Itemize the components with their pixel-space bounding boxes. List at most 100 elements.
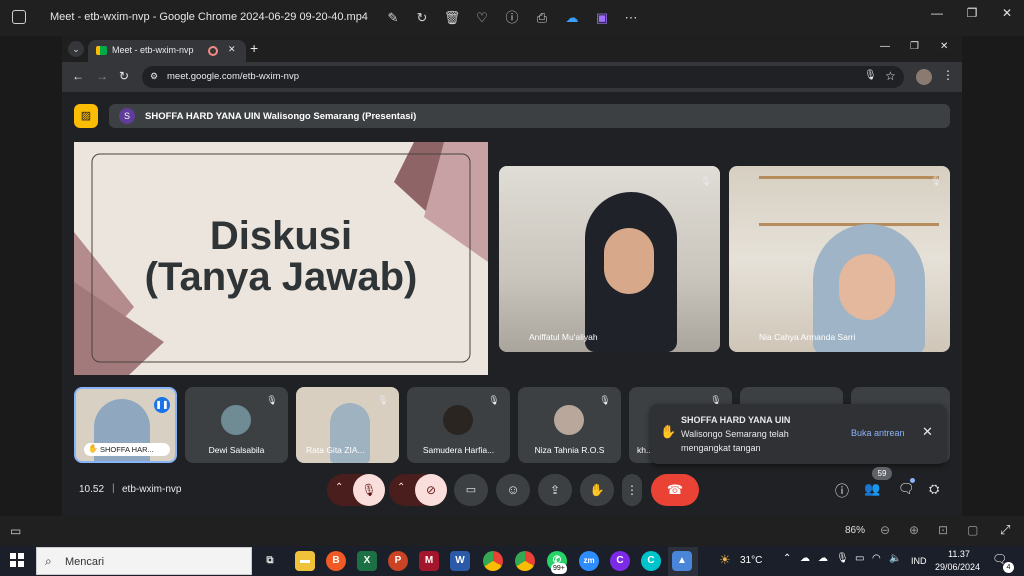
raise-hand-button[interactable]: ✋ xyxy=(580,474,614,506)
strip-tile[interactable]: 🎙 Rata Gita ZIA... xyxy=(296,387,399,463)
forward-icon[interactable]: → xyxy=(96,69,108,83)
strip-tile[interactable]: 🎙 Dewi Salsabila xyxy=(185,387,288,463)
captions-button[interactable]: ▭ xyxy=(454,474,488,506)
leave-call-button[interactable]: ☎ xyxy=(651,474,699,506)
clock-time[interactable]: 11.37 xyxy=(948,549,970,559)
emoji-button[interactable]: ☺ xyxy=(496,474,530,506)
mendeley-icon[interactable]: M xyxy=(419,551,439,571)
profile-avatar[interactable] xyxy=(916,69,932,85)
fit-icon[interactable]: ⊡ xyxy=(938,523,948,537)
brave-icon[interactable]: B xyxy=(326,551,346,571)
mic-permission-icon[interactable]: 🎙 xyxy=(864,70,877,81)
toast-line2: Walisongo Semarang telah xyxy=(681,429,789,439)
clipchamp-icon[interactable]: ▣ xyxy=(593,9,611,27)
zoom-out-icon[interactable]: ⊖ xyxy=(880,523,890,537)
edit-icon[interactable]: ✎ xyxy=(384,9,402,27)
taskbar-search-box[interactable]: ⌕ Mencari xyxy=(36,547,252,575)
windows-start-icon[interactable] xyxy=(10,553,24,567)
word-icon[interactable]: W xyxy=(450,551,470,571)
language-indicator[interactable]: IND xyxy=(911,556,927,566)
mic-options-chevron[interactable]: ⌃ xyxy=(335,482,343,493)
camera-toggle-button[interactable]: ⊘ xyxy=(415,474,447,506)
clock-date[interactable]: 29/06/2024 xyxy=(935,562,980,572)
canva-alt-icon[interactable]: C xyxy=(641,551,661,571)
fullscreen-icon[interactable]: ⤢ xyxy=(1000,522,1010,538)
battery-icon[interactable]: ▭ xyxy=(855,553,864,564)
site-info-icon[interactable]: ⚙ xyxy=(150,71,158,82)
excel-icon[interactable]: X xyxy=(357,551,377,571)
powerpoint-icon[interactable]: P xyxy=(388,551,408,571)
volume-icon[interactable]: 🔈 xyxy=(889,553,901,564)
rotate-icon[interactable]: ↻ xyxy=(413,9,431,27)
camera-control-group: ⌃ ⊘ xyxy=(389,474,447,506)
back-icon[interactable]: ← xyxy=(72,69,84,83)
info-icon[interactable]: ⓘ xyxy=(503,9,521,27)
presentation-icon[interactable]: ▨ xyxy=(74,104,98,128)
onedrive-icon[interactable]: ☁ xyxy=(563,9,581,27)
canva-icon[interactable]: C xyxy=(610,551,630,571)
cloud-tray-icon[interactable]: ☁ xyxy=(818,553,828,564)
chrome-minimize-button[interactable]: — xyxy=(880,41,890,52)
delete-icon[interactable]: 🗑 xyxy=(443,9,461,27)
more-icon[interactable]: ⋯ xyxy=(622,9,640,27)
chrome-restore-button[interactable]: ❐ xyxy=(910,41,919,52)
filmstrip-icon[interactable]: ▭ xyxy=(10,524,21,538)
tab-meet[interactable]: Meet - etb-wxim-nvp ✕ xyxy=(88,40,246,62)
favorite-icon[interactable]: ♡ xyxy=(473,9,491,27)
mic-tray-icon[interactable]: 🎙 xyxy=(836,553,849,564)
chrome-alt-icon[interactable] xyxy=(515,551,535,571)
address-bar[interactable]: ⚙ meet.google.com/etb-wxim-nvp 🎙 ☆ xyxy=(142,66,904,88)
slide-title-line2: (Tanya Jawab) xyxy=(144,255,418,299)
bookmark-star-icon[interactable]: ☆ xyxy=(885,69,896,83)
more-options-button[interactable]: ⋮ xyxy=(622,474,642,506)
tab-close-icon[interactable]: ✕ xyxy=(228,44,236,55)
toast-line3: mengangkat tangan xyxy=(681,443,761,453)
present-button[interactable]: ⇪ xyxy=(538,474,572,506)
activities-icon[interactable]: ⛭ xyxy=(929,481,939,497)
meeting-info-icon[interactable]: ⓘ xyxy=(835,481,849,501)
onedrive-tray-icon[interactable]: ☁ xyxy=(800,553,810,564)
tray-chevron-icon[interactable]: ⌃ xyxy=(783,553,791,564)
meeting-time: 10.52 xyxy=(79,484,105,495)
zoom-in-icon[interactable]: ⊕ xyxy=(909,523,919,537)
open-queue-link[interactable]: Buka antrean xyxy=(851,428,905,438)
notification-count: 4 xyxy=(1003,562,1014,573)
zoom-app-icon[interactable]: zm xyxy=(579,551,599,571)
chrome-toolbar: ← → ↻ ⚙ meet.google.com/etb-wxim-nvp 🎙 ☆… xyxy=(62,62,962,92)
task-view-icon[interactable]: ⧉ xyxy=(260,551,280,571)
chrome-menu-icon[interactable]: ⋮ xyxy=(942,68,954,82)
actual-size-icon[interactable]: ▢ xyxy=(967,523,978,537)
participant-tile[interactable]: 🎙 Nia Cahya Armanda Sarri xyxy=(729,166,950,352)
photos-title-bar: Meet - etb-wxim-nvp - Google Chrome 2024… xyxy=(0,0,1024,36)
strip-tile-self[interactable]: ❚❚ ✋ SHOFFA HAR... xyxy=(74,387,177,463)
print-icon[interactable]: ⎙ xyxy=(533,9,551,27)
strip-tile[interactable]: 🎙 Samudera Harfia... xyxy=(407,387,510,463)
maximize-button[interactable]: ❐ xyxy=(955,4,989,22)
new-tab-icon[interactable]: + xyxy=(250,40,258,56)
wifi-icon[interactable]: ◠ xyxy=(872,553,881,564)
strip-tile[interactable]: 🎙 Niza Tahnia R.O.S xyxy=(518,387,621,463)
mic-off-icon: 🎙 xyxy=(930,176,942,186)
file-explorer-icon[interactable]: ▬ xyxy=(295,551,315,571)
reload-icon[interactable]: ↻ xyxy=(119,69,129,83)
meet-area: ▨ S SHOFFA HARD YANA UIN Walisongo Semar… xyxy=(62,92,962,516)
participant-avatar xyxy=(443,405,473,435)
url-text: meet.google.com/etb-wxim-nvp xyxy=(167,71,299,82)
toast-line1: SHOFFA HARD YANA UIN xyxy=(681,415,791,425)
participant-tile[interactable]: 🎙 Aniffatul Mu'aliyah xyxy=(499,166,720,352)
mic-toggle-button[interactable]: 🎙 xyxy=(353,474,385,506)
slide-title-line1: Diskusi xyxy=(209,214,353,258)
close-button[interactable]: ✕ xyxy=(990,4,1024,22)
chrome-window: ⌄ Meet - etb-wxim-nvp ✕ + — ❐ ✕ ← → ↻ ⚙ … xyxy=(62,36,962,516)
tab-search-icon[interactable]: ⌄ xyxy=(68,41,84,57)
toast-close-icon[interactable]: ✕ xyxy=(922,424,933,440)
photos-bottom-bar: ▭ 86% ⊖ ⊕ ⊡ ▢ ⤢ xyxy=(0,516,1024,546)
chrome-close-button[interactable]: ✕ xyxy=(940,41,948,52)
minimize-button[interactable]: — xyxy=(920,4,954,22)
chat-icon[interactable]: 🗨 xyxy=(898,481,915,497)
active-app-indicator xyxy=(668,547,698,576)
chrome-icon[interactable] xyxy=(483,551,503,571)
weather-icon[interactable]: ☀ xyxy=(719,552,731,568)
participants-icon[interactable]: 👥 xyxy=(864,481,880,497)
camera-options-chevron[interactable]: ⌃ xyxy=(397,482,405,493)
